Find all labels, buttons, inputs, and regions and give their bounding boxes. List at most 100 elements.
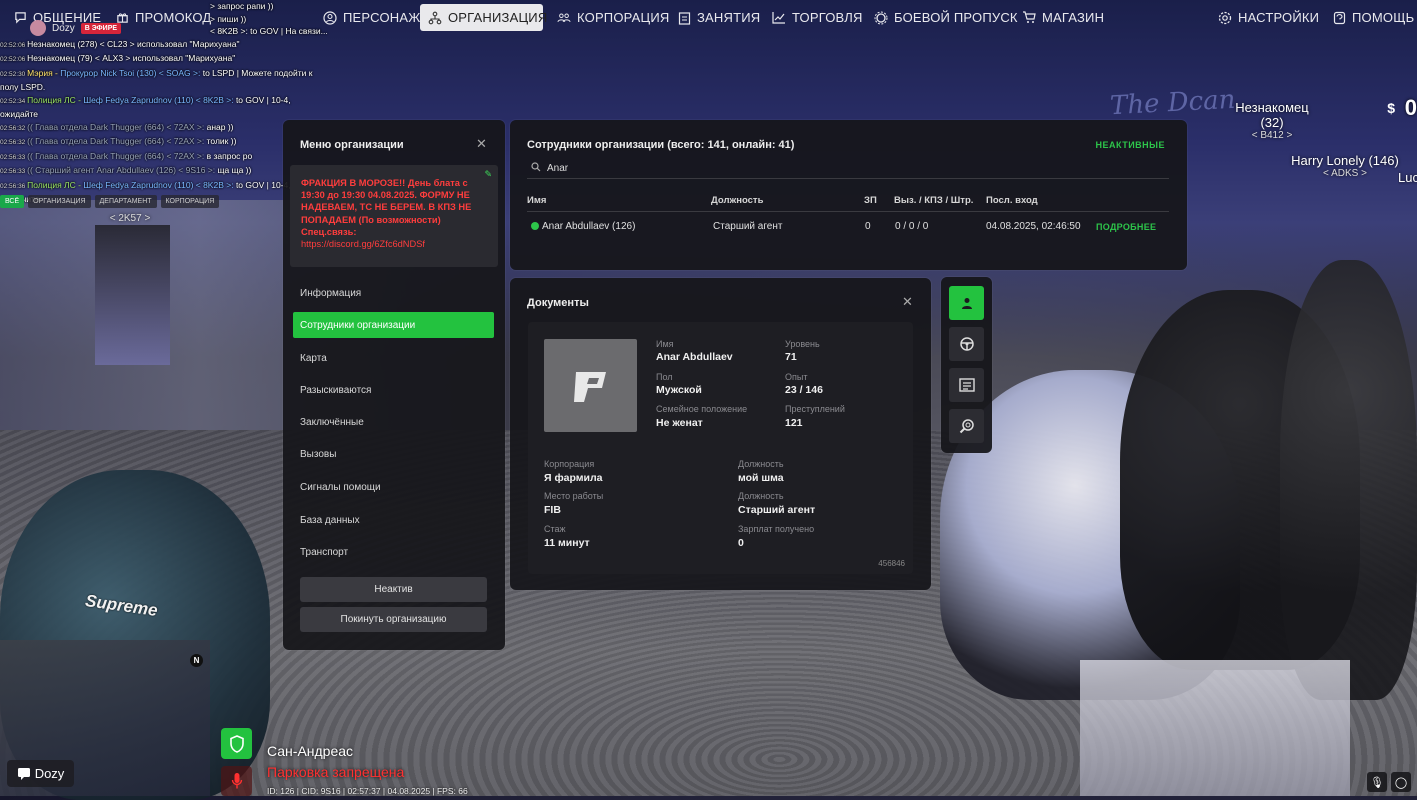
column-header-last-login[interactable]: Посл. вход	[986, 195, 1038, 206]
chat-timestamp: 02:52:06	[0, 56, 28, 63]
notice-text: ФРАКЦИЯ В МОРОЗЕ!! День блата с 19:30 до…	[301, 177, 483, 250]
chat-text: > запрос рапи ))	[210, 1, 274, 11]
level-value: 71	[785, 351, 797, 363]
chat-line: полу LSPD.	[0, 81, 360, 94]
player-name: Harry Lonely (146)	[1291, 153, 1399, 168]
notice-link[interactable]: https://discord.gg/6Zfc6dNDSf	[301, 239, 425, 249]
nav-item-label: КОРПОРАЦИЯ	[577, 10, 670, 25]
player-nametag: Luc	[1398, 170, 1417, 185]
chat-text: ща ща ))	[217, 165, 252, 175]
chat-text: (( Глава отдела Dark Thugger (664) < 72A…	[27, 121, 207, 132]
chat-tab-department[interactable]: ДЕПАРТАМЕНТ	[94, 195, 157, 208]
chat-tab-all[interactable]: ВСЁ	[0, 195, 25, 208]
document-type-toolbar	[941, 277, 992, 453]
chat-timestamp: 02:56:32	[0, 124, 28, 132]
server-logo-icon	[573, 371, 606, 402]
chat-text: Незнакомец (278) < CL23 > использовал "М…	[27, 38, 240, 49]
nav-item-settings[interactable]: НАСТРОЙКИ	[1210, 4, 1327, 31]
chat-timestamp: 02:52:06	[0, 41, 28, 49]
gender-value: Мужской	[656, 384, 702, 396]
organization-menu: Меню организации ✕ ✎ ФРАКЦИЯ В МОРОЗЕ!! …	[283, 120, 505, 650]
cart-icon	[1022, 11, 1036, 25]
nav-item-help[interactable]: ПОМОЩЬ	[1324, 4, 1417, 31]
nav-item-trade[interactable]: ТОРГОВЛЯ	[764, 4, 871, 31]
personal-id-tab[interactable]	[949, 286, 984, 320]
menu-item-help-signals[interactable]: Сигналы помощи	[293, 474, 494, 500]
chat-text: толик ))	[206, 136, 237, 146]
online-status-icon	[531, 222, 539, 230]
inactive-filter-link[interactable]: НЕАКТИВНЫЕ	[1096, 140, 1166, 150]
document-serial: 456846	[878, 559, 905, 568]
work-label: Место работы	[544, 491, 604, 501]
chat-tabs: ВСЁ ОРГАНИЗАЦИЯ ДЕПАРТАМЕНТ КОРПОРАЦИЯ	[0, 195, 220, 208]
level-label: Уровень	[785, 339, 820, 349]
nav-item-battle-pass[interactable]: БОЕВОЙ ПРОПУСК	[866, 4, 1026, 31]
chat-text: Шеф Fedya Zaprudnov (110) < 8K2B >:	[83, 179, 236, 190]
menu-item-prisoners[interactable]: Заключённые	[293, 409, 494, 435]
chat-text: Незнакомец (79) < ALX3 > использовал "Ма…	[27, 53, 236, 63]
nav-item-shop[interactable]: МАГАЗИН	[1014, 4, 1112, 31]
player-tag: < 2K57 >	[109, 213, 151, 224]
column-header-salary[interactable]: ЗП	[864, 195, 877, 206]
menu-item-map[interactable]: Карта	[293, 345, 494, 371]
steering-wheel-icon	[959, 337, 974, 351]
microphone-icon	[231, 773, 242, 789]
employee-stats: 0 / 0 / 0	[895, 221, 929, 232]
game-character-right	[1120, 290, 1360, 670]
location-name: Сан-Андреас	[267, 743, 354, 759]
menu-item-transport[interactable]: Транспорт	[293, 539, 494, 565]
menu-item-calls[interactable]: Вызовы	[293, 441, 494, 467]
nav-item-label: ПОМОЩЬ	[1352, 10, 1415, 25]
player-tag: < B412 >	[1251, 130, 1293, 141]
microphone-small-icon: 🎙	[1367, 772, 1387, 792]
menu-item-wanted[interactable]: Разыскиваются	[293, 377, 494, 403]
edit-icon[interactable]: ✎	[484, 169, 492, 180]
nav-item-corporation[interactable]: КОРПОРАЦИЯ	[549, 4, 678, 31]
documents-title: Документы	[527, 297, 589, 309]
leave-organization-button[interactable]: Покинуть организацию	[300, 607, 487, 632]
column-header-position[interactable]: Должность	[711, 195, 763, 206]
chat-line: > запрос рапи ))	[0, 0, 360, 13]
tenure-label: Стаж	[544, 524, 566, 534]
gear-icon	[1218, 11, 1232, 25]
documents-list-tab[interactable]	[949, 368, 984, 402]
close-icon[interactable]: ✕	[476, 136, 487, 152]
org-tree-icon	[428, 11, 442, 25]
documents-panel: Документы ✕ Имя Anar Abdullaev Уровень 7…	[510, 278, 931, 590]
chat-text: (( Старший агент Anar Abdullaev (126) < …	[27, 165, 218, 175]
marital-value: Не женат	[656, 417, 703, 429]
inactive-button[interactable]: Неактив	[300, 577, 487, 602]
nav-item-activities[interactable]: ЗАНЯТИЯ	[669, 4, 768, 31]
chat-text: Шеф Fedya Zaprudnov (110) < 8K2B >:	[83, 94, 236, 105]
close-icon[interactable]: ✕	[902, 294, 913, 310]
chat-line: 02:52:06 Незнакомец (278) < CL23 > испол…	[0, 38, 360, 53]
chat-line: 02:52:34 Полиция ЛС - Шеф Fedya Zaprudno…	[0, 94, 360, 109]
money-symbol: $	[1387, 100, 1395, 116]
chat-text: (( Глава отдела Dark Thugger (664) < 72A…	[27, 150, 207, 161]
search-records-tab[interactable]	[949, 409, 984, 443]
player-name: Незнакомец (32)	[1235, 100, 1309, 130]
chat-timestamp: 02:56:36	[0, 182, 28, 190]
paid-label: Зарплат получено	[738, 524, 815, 534]
document-list-icon	[958, 378, 975, 392]
chat-tab-corporation[interactable]: КОРПОРАЦИЯ	[160, 195, 220, 208]
nav-item-organization[interactable]: ОРГАНИЗАЦИЯ	[420, 4, 547, 31]
chat-text: Полиция ЛС -	[27, 179, 84, 190]
employee-search	[527, 158, 1169, 179]
menu-item-database[interactable]: База данных	[293, 507, 494, 533]
driver-license-tab[interactable]	[949, 327, 984, 361]
menu-item-employees[interactable]: Сотрудники организации	[293, 312, 494, 338]
chat-timestamp: 02:52:30	[0, 70, 28, 78]
column-header-name[interactable]: Имя	[527, 195, 546, 206]
search-input[interactable]	[547, 162, 847, 174]
details-link[interactable]: ПОДРОБНЕЕ	[1096, 222, 1156, 232]
notice-message: ФРАКЦИЯ В МОРОЗЕ!! День блата с 19:30 до…	[301, 178, 472, 225]
shield-icon	[229, 734, 244, 753]
chat-timestamp: 02:52:34	[0, 97, 28, 105]
chat-line: 02:52:30 Мэрия - Прокурор Nick Tsoi (130…	[0, 67, 360, 82]
chart-icon	[772, 11, 786, 25]
menu-item-info[interactable]: Информация	[293, 280, 494, 306]
chat-tab-organization[interactable]: ОРГАНИЗАЦИЯ	[28, 195, 91, 208]
player-name: Luc	[1398, 170, 1417, 185]
column-header-stats[interactable]: Выз. / КПЗ / Штр.	[894, 195, 973, 206]
